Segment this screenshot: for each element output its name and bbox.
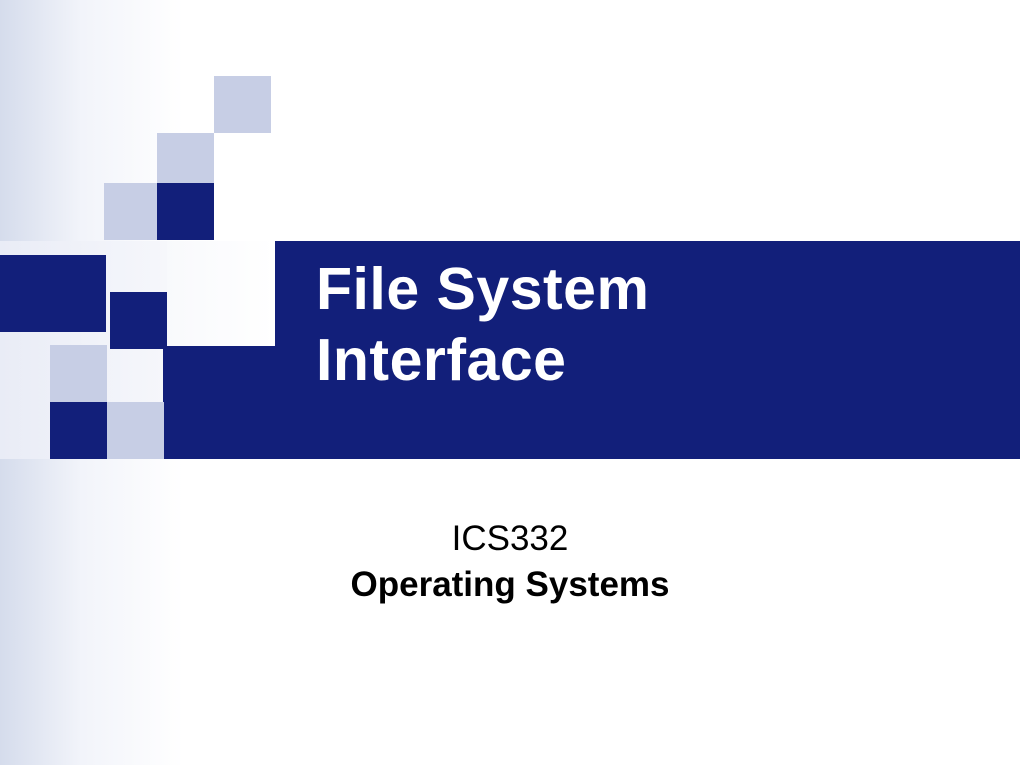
decorative-square <box>157 183 214 240</box>
slide-title: File System Interface <box>316 254 649 396</box>
title-line-1: File System <box>316 254 649 325</box>
decorative-square <box>104 183 161 240</box>
decorative-square <box>110 292 167 349</box>
decorative-square <box>0 255 106 332</box>
decorative-square <box>106 241 167 292</box>
slide-subtitle: ICS332 Operating Systems <box>0 516 1020 607</box>
decorative-square <box>157 133 214 190</box>
decorative-square <box>107 402 164 459</box>
decorative-square <box>50 345 107 402</box>
decorative-square <box>214 76 271 133</box>
subtitle-line-1: ICS332 <box>0 516 1020 562</box>
decorative-square <box>163 241 275 346</box>
decorative-square <box>50 402 107 459</box>
title-line-2: Interface <box>316 325 649 396</box>
subtitle-line-2: Operating Systems <box>0 562 1020 608</box>
